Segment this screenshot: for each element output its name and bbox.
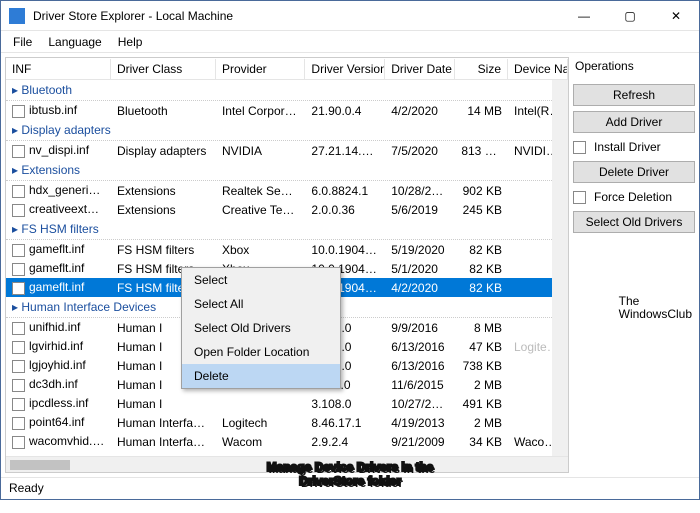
app-icon xyxy=(9,8,25,24)
row-checkbox[interactable] xyxy=(12,263,25,276)
table-row[interactable]: hdx_genericext_...ExtensionsRealtek Semi… xyxy=(6,181,568,200)
group-header[interactable]: ▸ Display adapters xyxy=(6,120,568,141)
operations-panel: Operations Refresh Add Driver Install Dr… xyxy=(573,57,695,473)
caption-line2: DriverStore folder xyxy=(0,475,700,489)
grid-header: INF Driver Class Provider Driver Version… xyxy=(6,58,568,80)
ctx-open-folder-location[interactable]: Open Folder Location xyxy=(182,340,340,364)
table-row[interactable]: gameflt.infFS HSM filtersXbox10.0.19041.… xyxy=(6,240,568,259)
col-size[interactable]: Size xyxy=(455,59,508,79)
window-title: Driver Store Explorer - Local Machine xyxy=(33,9,561,23)
col-device[interactable]: Device Name xyxy=(508,59,568,79)
table-row[interactable]: creativeextensio...ExtensionsCreative Te… xyxy=(6,200,568,219)
ctx-select[interactable]: Select xyxy=(182,268,340,292)
ctx-select-all[interactable]: Select All xyxy=(182,292,340,316)
menu-file[interactable]: File xyxy=(5,33,40,51)
minimize-button[interactable]: — xyxy=(561,1,607,31)
row-checkbox[interactable] xyxy=(12,244,25,257)
caption-line1: Manage Device Drivers in the xyxy=(0,461,700,475)
table-row[interactable]: point64.infHuman Interface DevicesLogite… xyxy=(6,413,568,432)
row-checkbox[interactable] xyxy=(12,341,25,354)
menu-help[interactable]: Help xyxy=(110,33,151,51)
watermark: The WindowsClub xyxy=(619,295,692,321)
col-version[interactable]: Driver Version xyxy=(305,59,385,79)
col-class[interactable]: Driver Class xyxy=(111,59,216,79)
row-checkbox[interactable] xyxy=(12,398,25,411)
watermark-line2: WindowsClub xyxy=(619,308,692,321)
driver-grid: INF Driver Class Provider Driver Version… xyxy=(5,57,569,473)
app-window: Driver Store Explorer - Local Machine — … xyxy=(0,0,700,500)
col-provider[interactable]: Provider xyxy=(216,59,305,79)
install-driver-label: Install Driver xyxy=(594,140,661,154)
titlebar: Driver Store Explorer - Local Machine — … xyxy=(1,1,699,31)
operations-heading: Operations xyxy=(573,57,695,79)
row-checkbox[interactable] xyxy=(12,185,25,198)
force-deletion-checkbox[interactable] xyxy=(573,191,586,204)
group-header[interactable]: ▸ Bluetooth xyxy=(6,80,568,101)
table-row[interactable]: ipcdless.infHuman I3.108.010/27/2015491 … xyxy=(6,394,568,413)
add-driver-button[interactable]: Add Driver xyxy=(573,111,695,133)
table-row[interactable]: ibtusb.infBluetoothIntel Corporation21.9… xyxy=(6,101,568,120)
ctx-select-old-drivers[interactable]: Select Old Drivers xyxy=(182,316,340,340)
ctx-delete[interactable]: Delete xyxy=(182,364,340,388)
group-header[interactable]: ▸ FS HSM filters xyxy=(6,219,568,240)
vertical-scrollbar[interactable] xyxy=(552,80,568,456)
context-menu: Select Select All Select Old Drivers Ope… xyxy=(181,267,341,389)
force-deletion-label: Force Deletion xyxy=(594,190,672,204)
row-checkbox[interactable] xyxy=(12,105,25,118)
table-row[interactable]: nv_dispi.infDisplay adaptersNVIDIA27.21.… xyxy=(6,141,568,160)
row-checkbox[interactable] xyxy=(12,282,25,295)
group-header[interactable]: ▸ Extensions xyxy=(6,160,568,181)
row-checkbox[interactable] xyxy=(12,379,25,392)
row-checkbox[interactable] xyxy=(12,417,25,430)
install-driver-checkbox[interactable] xyxy=(573,141,586,154)
menu-language[interactable]: Language xyxy=(40,33,109,51)
refresh-button[interactable]: Refresh xyxy=(573,84,695,106)
row-checkbox[interactable] xyxy=(12,436,25,449)
maximize-button[interactable]: ▢ xyxy=(607,1,653,31)
col-date[interactable]: Driver Date xyxy=(385,59,455,79)
delete-driver-button[interactable]: Delete Driver xyxy=(573,161,695,183)
group-header[interactable]: ▸ IDE ATA/ATAPI xyxy=(6,451,568,456)
row-checkbox[interactable] xyxy=(12,145,25,158)
row-checkbox[interactable] xyxy=(12,204,25,217)
table-row[interactable]: wacomvhid.infHuman Interface DevicesWaco… xyxy=(6,432,568,451)
row-checkbox[interactable] xyxy=(12,322,25,335)
menubar: File Language Help xyxy=(1,31,699,53)
caption-overlay: Manage Device Drivers in the DriverStore… xyxy=(0,461,700,489)
close-button[interactable]: ✕ xyxy=(653,1,699,31)
col-inf[interactable]: INF xyxy=(6,59,111,79)
row-checkbox[interactable] xyxy=(12,360,25,373)
select-old-drivers-button[interactable]: Select Old Drivers xyxy=(573,211,695,233)
